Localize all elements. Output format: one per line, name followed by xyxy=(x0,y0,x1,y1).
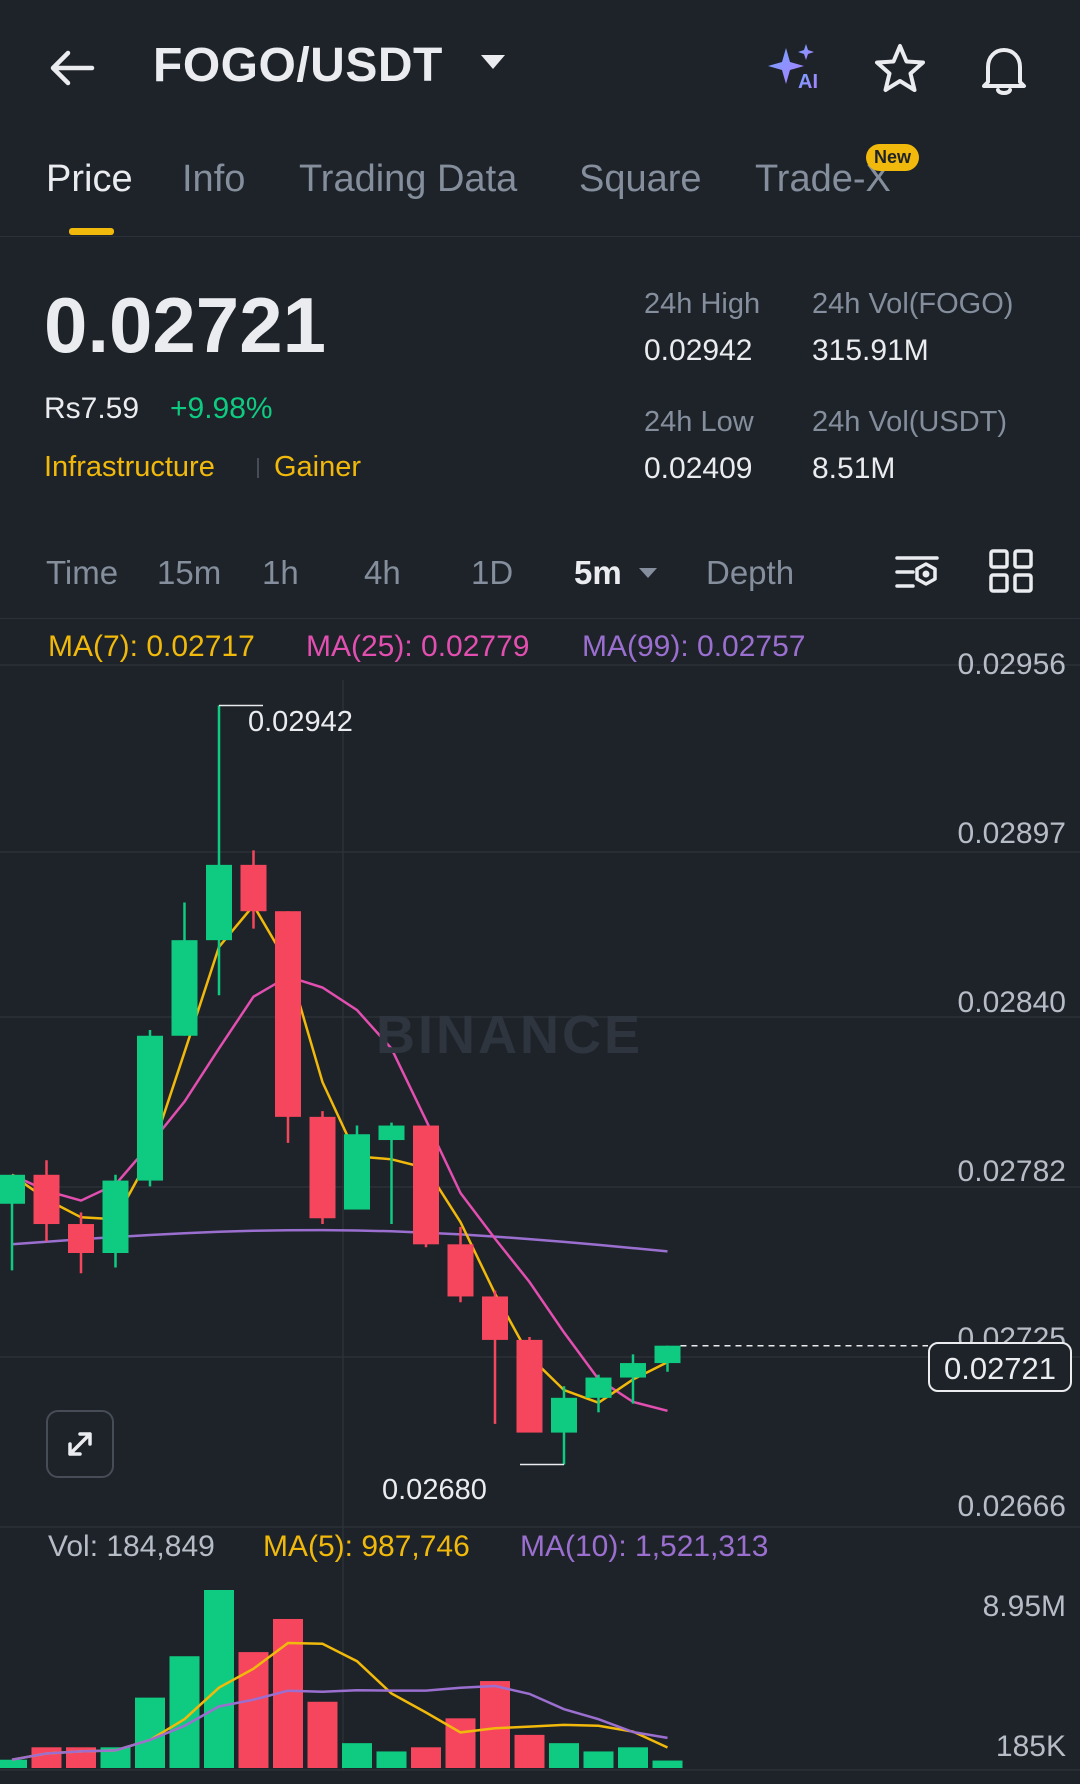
candle-body xyxy=(516,1339,543,1433)
price-axis-label: 0.02956 xyxy=(957,648,1066,681)
candle-body xyxy=(309,1116,336,1219)
fullscreen-button[interactable] xyxy=(46,1410,114,1478)
candle-body xyxy=(378,1125,405,1141)
volume-bar xyxy=(342,1743,372,1768)
price-axis-label: 0.02897 xyxy=(957,817,1066,850)
volume-bar xyxy=(31,1747,62,1768)
vol-ma10-legend: MA(10): 1,521,313 xyxy=(520,1530,769,1563)
volume-bar xyxy=(376,1751,407,1768)
volume-bar xyxy=(652,1760,683,1768)
candle-body xyxy=(413,1125,439,1245)
volume-bar xyxy=(204,1590,234,1768)
candle-body xyxy=(240,864,267,912)
volume-bar xyxy=(480,1681,510,1768)
volume-bar xyxy=(169,1656,200,1768)
candle-body xyxy=(33,1174,60,1225)
candle-body xyxy=(0,1174,25,1204)
volume-bar xyxy=(307,1701,338,1768)
volume-bar xyxy=(0,1759,27,1768)
price-axis-label: 0.02782 xyxy=(957,1155,1066,1188)
candle-body xyxy=(585,1377,612,1398)
candle-body xyxy=(206,864,232,941)
volume-axis-label: 185K xyxy=(995,1730,1066,1763)
price-axis-label: 0.02666 xyxy=(957,1490,1066,1523)
price-axis-label: 0.02840 xyxy=(957,986,1066,1019)
candle-body xyxy=(137,1035,163,1181)
volume-bar xyxy=(549,1743,579,1768)
vol-ma5-line xyxy=(11,1641,669,1761)
vol-legend: Vol: 184,849 xyxy=(48,1530,215,1563)
binance-watermark: BINANCE xyxy=(376,1005,644,1065)
low-marker-label: 0.02680 xyxy=(382,1474,487,1506)
volume-axis-label: 8.95M xyxy=(982,1590,1066,1623)
candle-body xyxy=(171,940,198,1036)
candle-body xyxy=(344,1134,370,1210)
candle-body xyxy=(102,1180,129,1253)
last-price-tag: 0.02721 xyxy=(928,1342,1072,1392)
volume-bar xyxy=(411,1747,441,1768)
candlestick-chart[interactable] xyxy=(0,0,1080,1784)
candle-body xyxy=(482,1296,508,1340)
ma7-line xyxy=(11,903,669,1405)
volume-bar xyxy=(514,1734,545,1768)
candle-body xyxy=(620,1363,646,1378)
candle-body xyxy=(68,1224,94,1253)
vol-ma5-legend: MA(5): 987,746 xyxy=(263,1530,470,1563)
candle-body xyxy=(275,911,301,1117)
high-marker-label: 0.02942 xyxy=(248,706,353,738)
candle-body xyxy=(551,1397,577,1433)
volume-bar xyxy=(583,1751,614,1768)
expand-icon xyxy=(68,1432,92,1456)
candle-body xyxy=(447,1244,474,1297)
candle-body xyxy=(654,1345,681,1364)
volume-bar xyxy=(618,1747,648,1768)
